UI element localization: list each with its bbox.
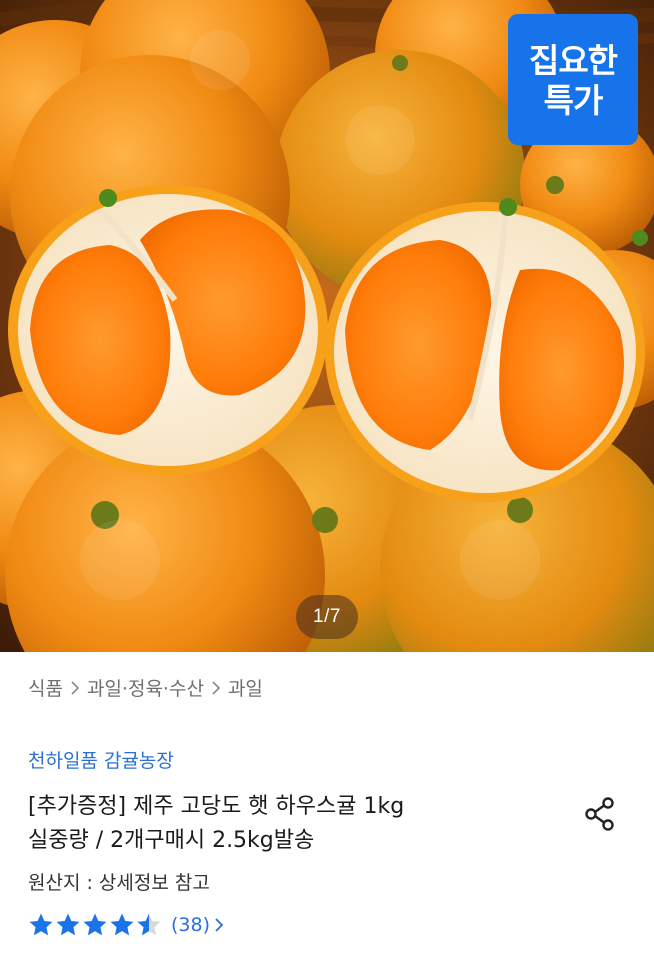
breadcrumb-item-food[interactable]: 식품 [28,674,63,701]
origin-info: 원산지 : 상세정보 참고 [28,872,210,894]
product-title-line1: [추가증정] 제주 고당도 햇 하우스귤 1kg [28,794,405,819]
product-title-line2: 실중량 / 2개구매시 2.5kg발송 [28,828,315,853]
chevron-right-icon [204,676,228,698]
deal-badge-line2: 특가 [543,80,604,120]
chevron-right-icon [63,676,87,698]
breadcrumb: 식품 과일·정육·수산 과일 [28,674,263,700]
breadcrumb-item-fruit-meat-seafood[interactable]: 과일·정육·수산 [87,674,204,701]
star-rating [28,912,163,938]
product-image-carousel[interactable]: 집요한 특가 1/7 [0,0,654,652]
image-counter: 1/7 [296,595,358,639]
seller-name-link[interactable]: 천하일품 감귤농장 [28,746,174,773]
star-full-icon [29,913,53,936]
rating-summary[interactable]: (38) [28,910,224,940]
share-button[interactable] [580,794,620,834]
star-full-icon [56,913,80,936]
star-full-icon [110,913,134,936]
chevron-right-icon [214,917,224,933]
share-icon [585,797,614,831]
star-half-icon [137,913,161,936]
review-count-link[interactable]: (38) [171,914,210,936]
special-deal-badge: 집요한 특가 [508,14,638,145]
breadcrumb-item-fruit[interactable]: 과일 [228,674,263,701]
star-full-icon [83,913,107,936]
product-detail-page: 집요한 특가 1/7 식품 과일·정육·수산 과일 천하일품 감귤농장 [추가증… [0,0,654,953]
deal-badge-line1: 집요한 [528,40,618,80]
product-title: [추가증정] 제주 고당도 햇 하우스귤 1kg 실중량 / 2개구매시 2.5… [28,790,548,858]
product-info: 식품 과일·정육·수산 과일 천하일품 감귤농장 [추가증정] 제주 고당도 햇… [0,652,654,953]
